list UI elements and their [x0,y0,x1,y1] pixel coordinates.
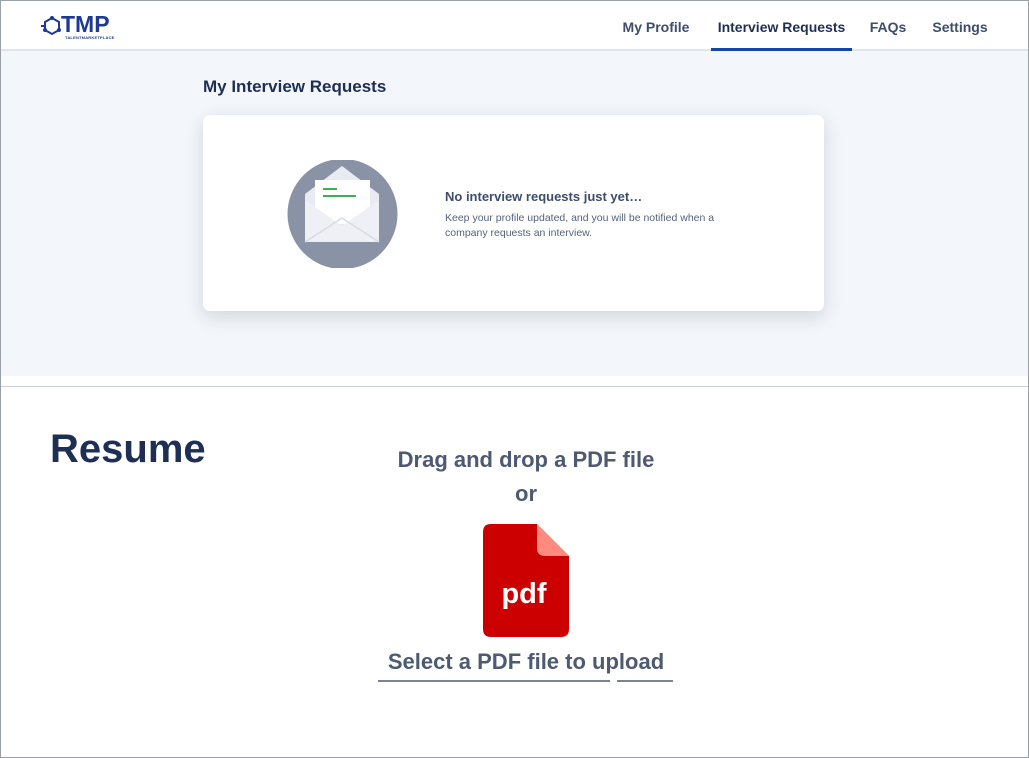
nav-my-profile-label: My Profile [622,19,690,35]
pdf-file-icon: pdf [483,524,569,637]
section-divider [1,386,1028,387]
tmp-logo[interactable]: TMP TALENTMARKETPLACE [41,11,121,43]
logo-text: TMP [61,11,110,37]
logo-subtext: TALENTMARKETPLACE [65,35,115,40]
pdf-icon-label: pdf [501,578,546,610]
nav-settings-label: Settings [932,19,988,35]
app-window: TMP TALENTMARKETPLACE My Profile Intervi… [0,0,1029,758]
open-envelope-icon [287,160,398,268]
interview-requests-section: My Interview Requests No interview reque… [1,51,1028,376]
nav-interview-requests-label: Interview Requests [717,19,846,35]
empty-state-description: Keep your profile updated, and you will … [445,212,715,239]
select-link-underline [617,680,673,682]
select-link-underline [378,680,610,682]
nav-faqs-label: FAQs [869,19,907,35]
nav-my-profile[interactable]: My Profile [615,1,697,51]
drag-drop-instruction: Drag and drop a PDF file [397,447,655,472]
select-pdf-file-link[interactable]: Select a PDF file to upload [378,649,674,675]
nav-faqs[interactable]: FAQs [863,1,913,51]
pdf-drop-zone[interactable]: Drag and drop a PDF file or pdf Select a… [361,441,691,691]
interview-requests-title: My Interview Requests [203,77,387,96]
top-navigation-bar: TMP TALENTMARKETPLACE My Profile Intervi… [1,1,1028,53]
nav-interview-requests[interactable]: Interview Requests [711,1,852,53]
nav-settings[interactable]: Settings [925,1,995,51]
or-separator: or [515,481,537,506]
empty-state-title: No interview requests just yet… [445,189,643,204]
logo-hexagon-icon [41,16,61,36]
empty-state-card: No interview requests just yet… Keep you… [203,115,824,311]
resume-heading: Resume [50,427,206,471]
